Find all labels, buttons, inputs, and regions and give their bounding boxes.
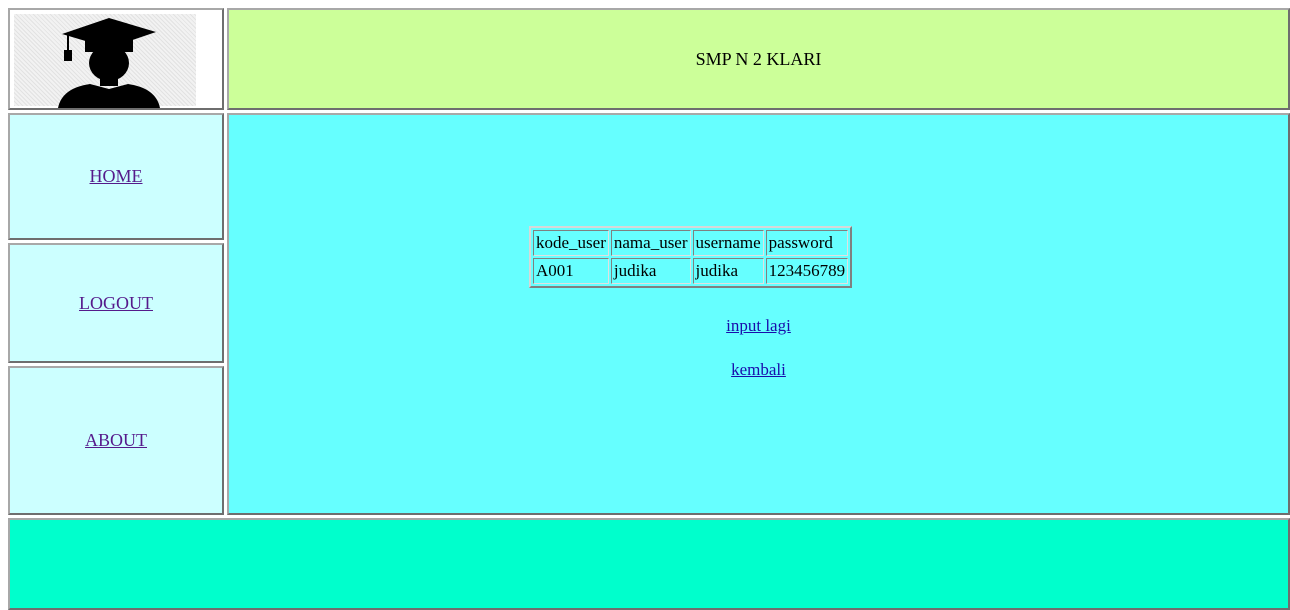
site-title: SMP N 2 KLARI (695, 48, 822, 69)
cell-password: 123456789 (765, 258, 849, 284)
cell-kode-user: A001 (533, 258, 609, 284)
back-link[interactable]: kembali (731, 360, 786, 379)
column-header-password: password (765, 230, 849, 256)
column-header-kode-user: kode_user (533, 230, 609, 256)
input-again-link[interactable]: input lagi (726, 316, 791, 335)
table-row: A001 judika judika 123456789 (533, 258, 849, 284)
nav-cell-home: HOME (8, 113, 224, 240)
input-again-container: input lagi (229, 316, 1288, 336)
column-header-username: username (692, 230, 764, 256)
logout-link[interactable]: LOGOUT (79, 293, 153, 314)
header-banner: SMP N 2 KLARI (227, 8, 1290, 110)
nav-cell-about: ABOUT (8, 366, 224, 515)
cell-username: judika (692, 258, 764, 284)
about-link[interactable]: ABOUT (85, 430, 147, 451)
logo-cell (8, 8, 224, 110)
table-header-row: kode_user nama_user username password (533, 230, 849, 256)
nav-cell-logout: LOGOUT (8, 243, 224, 363)
column-header-nama-user: nama_user (610, 230, 691, 256)
footer-bar (8, 518, 1290, 610)
graduate-silhouette-icon (58, 18, 160, 108)
user-table: kode_user nama_user username password A0… (529, 226, 853, 288)
back-container: kembali (229, 360, 1288, 380)
cell-nama-user: judika (610, 258, 691, 284)
main-content: kode_user nama_user username password A0… (227, 113, 1290, 515)
home-link[interactable]: HOME (90, 166, 143, 187)
